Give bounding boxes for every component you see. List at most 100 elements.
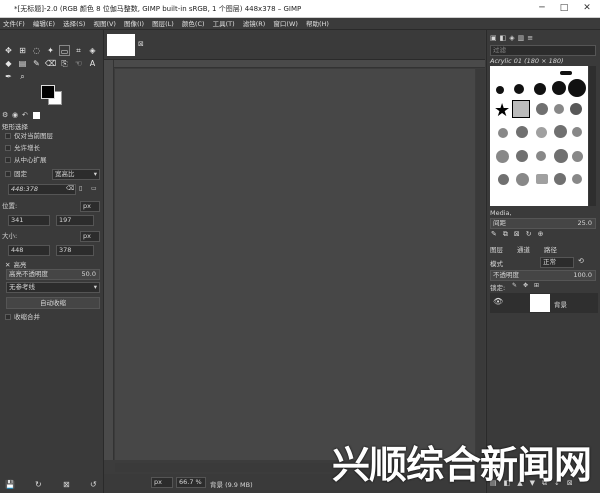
auto-shrink-button[interactable]: 自动收缩 — [6, 297, 100, 309]
tool-options-tab-icon[interactable]: ⚙ — [2, 111, 8, 119]
size-height-field[interactable]: 378 — [56, 245, 94, 256]
status-text: 背景 (9.9 MB) — [210, 481, 253, 489]
paintbrush-icon[interactable]: ✎ — [31, 58, 42, 69]
highlight-check-icon[interactable]: ✕ — [5, 261, 10, 269]
minimize-button[interactable]: ─ — [531, 1, 553, 16]
menu-help[interactable]: 帮助(H) — [303, 18, 332, 30]
undo-history-tab-icon[interactable]: ↶ — [22, 111, 28, 119]
layer-name[interactable]: 背景 — [554, 299, 567, 309]
clone-tool-icon[interactable]: ⎘ — [59, 58, 70, 69]
delete-icon[interactable]: ⊠ — [63, 480, 70, 489]
fixed-label: 固定 — [14, 170, 27, 178]
menu-edit[interactable]: 编辑(E) — [30, 18, 58, 30]
menu-layer[interactable]: 图层(L) — [149, 18, 177, 30]
highlight-opacity-slider[interactable]: 高亮不透明度 50.0 — [6, 269, 100, 280]
image-thumbnail[interactable] — [107, 34, 135, 56]
fixed-checkbox[interactable] — [5, 171, 11, 177]
brush-filter-input[interactable]: 过滤 — [490, 45, 596, 56]
sample-merged-option[interactable]: 仅对当前图层 — [2, 130, 101, 142]
shrink-merged-option[interactable]: 收缩合并 — [2, 311, 101, 323]
align-tool-icon[interactable]: ⊞ — [17, 45, 28, 56]
guides-select[interactable]: 无参考线 ▾ — [6, 282, 100, 293]
position-y-field[interactable]: 197 — [56, 215, 94, 226]
menu-filters[interactable]: 滤镜(R) — [240, 18, 269, 30]
highlight-opacity-label: 高亮不透明度 — [9, 270, 48, 278]
close-image-icon[interactable]: ⊠ — [138, 40, 144, 48]
smudge-tool-icon[interactable]: ☜ — [73, 58, 84, 69]
menu-image[interactable]: 图像(I) — [121, 18, 147, 30]
brush-dock-tabs[interactable]: ▣◧◈▥≡ — [490, 34, 536, 42]
menu-colors[interactable]: 颜色(C) — [179, 18, 208, 30]
fixed-mode-select[interactable]: 宽高比 ▾ — [52, 169, 100, 180]
image-canvas[interactable] — [115, 69, 475, 460]
zoom-select[interactable]: 66.7 % — [176, 477, 206, 488]
chevron-down-icon: ▾ — [93, 283, 97, 291]
watermark-text: 兴顺综合新闻网 — [332, 443, 592, 487]
allow-grow-checkbox[interactable] — [5, 145, 11, 151]
brush-grid[interactable]: ★ — [490, 66, 588, 206]
lasso-tool-icon[interactable]: ◌ — [31, 45, 42, 56]
zoom-tool-icon[interactable]: ⌕ — [17, 71, 28, 82]
device-status-tab-icon[interactable]: ◉ — [12, 111, 18, 119]
menu-file[interactable]: 文件(F) — [0, 18, 28, 30]
close-button[interactable]: ✕ — [576, 1, 598, 16]
size-width-field[interactable]: 448 — [8, 245, 50, 256]
fuzzy-select-icon[interactable]: ✦ — [45, 45, 56, 56]
expand-center-checkbox[interactable] — [5, 157, 11, 163]
brush-actions[interactable]: ✎⧉⊠↻⊕ — [491, 230, 549, 239]
tab-paths[interactable]: 路径 — [544, 244, 557, 254]
position-unit-select[interactable]: px — [80, 201, 100, 212]
vertical-scrollbar[interactable] — [476, 69, 485, 460]
fixed-mode-value: 宽高比 — [55, 170, 75, 178]
mode-switch-icon[interactable]: ⟲ — [578, 257, 584, 265]
brush-tag-label: Media, — [490, 209, 512, 217]
horizontal-ruler — [114, 60, 485, 68]
guides-value: 无参考线 — [9, 283, 35, 291]
lock-icons[interactable]: ✎✥⊞ — [512, 282, 545, 289]
maximize-button[interactable]: □ — [553, 1, 575, 16]
images-tab-icon[interactable] — [33, 112, 40, 119]
layer-opacity-slider[interactable]: 不透明度 100.0 — [490, 270, 596, 281]
highlight-label: 高亮 — [13, 261, 27, 269]
unified-transform-icon[interactable]: ◈ — [87, 45, 98, 56]
expand-center-option[interactable]: 从中心扩展 — [2, 154, 101, 166]
brush-scrollbar[interactable] — [589, 66, 596, 206]
expand-center-label: 从中心扩展 — [14, 156, 47, 164]
bucket-fill-icon[interactable]: ◆ — [3, 58, 14, 69]
eye-icon[interactable]: 👁 — [493, 297, 503, 306]
move-tool-icon[interactable]: ✥ — [3, 45, 14, 56]
spacing-slider[interactable]: 间距 25.0 — [490, 218, 596, 229]
position-x-field[interactable]: 341 — [8, 215, 50, 226]
eraser-icon[interactable]: ⌫ — [45, 58, 56, 69]
layer-mode-select[interactable]: 正常 — [540, 257, 574, 268]
sample-merged-checkbox[interactable] — [5, 133, 11, 139]
color-picker-icon[interactable]: ✒ — [3, 71, 14, 82]
landscape-icon[interactable]: ▭ — [91, 185, 97, 192]
tab-channels[interactable]: 通道 — [517, 244, 530, 254]
reset-icon[interactable]: ↺ — [90, 480, 97, 489]
gradient-tool-icon[interactable]: ▤ — [17, 58, 28, 69]
unit-select[interactable]: px — [151, 477, 173, 488]
shrink-merged-checkbox[interactable] — [5, 314, 11, 320]
shrink-merged-label: 收缩合并 — [14, 313, 40, 321]
save-options-icon[interactable]: 💾 — [5, 480, 15, 489]
size-unit-select[interactable]: px — [80, 231, 100, 242]
allow-grow-option[interactable]: 允许增长 — [2, 142, 101, 154]
rect-select-icon[interactable]: ▭ — [59, 45, 70, 56]
menu-select[interactable]: 选择(S) — [60, 18, 88, 30]
portrait-icon[interactable]: ▯ — [79, 185, 82, 192]
menu-view[interactable]: 视图(V) — [90, 18, 119, 30]
text-tool-icon[interactable]: A — [87, 58, 98, 69]
restore-icon[interactable]: ↻ — [35, 480, 42, 489]
layer-mode-label: 模式 — [490, 260, 503, 268]
layer-list — [490, 291, 598, 441]
selected-brush — [512, 100, 530, 118]
menu-windows[interactable]: 窗口(W) — [270, 18, 301, 30]
clear-icon[interactable]: ⌫ — [66, 185, 74, 192]
foreground-color-swatch[interactable] — [41, 85, 55, 99]
vertical-ruler — [104, 60, 114, 460]
menu-tools[interactable]: 工具(T) — [210, 18, 238, 30]
tab-layers[interactable]: 图层 — [490, 244, 503, 254]
crop-tool-icon[interactable]: ⌗ — [73, 45, 84, 56]
tool-options-tabs: ⚙ ◉ ↶ — [2, 111, 42, 119]
